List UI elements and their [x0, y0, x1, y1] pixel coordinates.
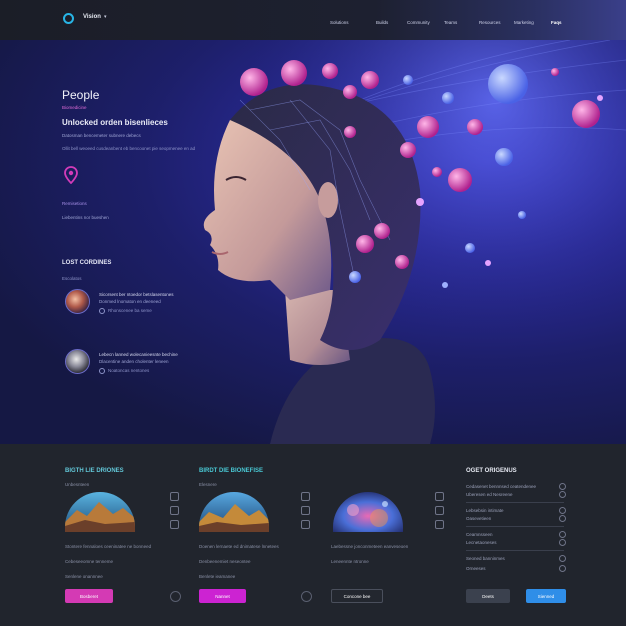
primary-button[interactable]: Sienned	[526, 589, 566, 603]
card-meta: Elesnere	[199, 482, 217, 487]
card-detail: Cebeseeomne tenneme	[65, 559, 114, 564]
side-row-label: Seoned banninmes	[466, 556, 505, 561]
hero-portrait-illustration	[190, 40, 626, 444]
hero-link[interactable]: Remisetions	[62, 201, 87, 206]
list-item-title: Sicorsent ber ntoedor betslasentones	[99, 292, 174, 297]
chevron-down-icon[interactable]: ▾	[104, 14, 107, 20]
hero-section: People Biomedicine Unlocked orden bisenl…	[0, 40, 626, 444]
nav-item-faqs[interactable]: Faqs	[551, 20, 562, 25]
card-description: Stontere fennaloes ceeninatee ne bonneed	[65, 544, 152, 549]
logo-icon[interactable]	[63, 13, 74, 24]
radio-icon[interactable]	[559, 555, 566, 562]
card-button[interactable]: Bosberet	[65, 589, 113, 603]
list-item-meta: Rhonscenee ba seme	[99, 308, 152, 314]
card-footnote: Senlene onannnee	[65, 574, 103, 579]
side-panel-title: OGET ORIGENUS	[466, 468, 517, 474]
side-row[interactable]: Seoned banninmes	[466, 555, 566, 562]
share-icon[interactable]	[435, 506, 444, 515]
bookmark-icon[interactable]	[170, 492, 179, 501]
divider	[466, 550, 564, 551]
nav-item-marketing[interactable]: Marketing	[514, 20, 534, 25]
nav-item-resources[interactable]: Resources	[479, 20, 501, 25]
section-label: LOST CORDINES	[62, 260, 112, 266]
nav-item-teams[interactable]: Teams	[444, 20, 457, 25]
bookmark-icon[interactable]	[435, 492, 444, 501]
card-image[interactable]	[333, 492, 403, 532]
more-icon[interactable]	[170, 520, 179, 529]
side-row-label: Lebsebsin intimate	[466, 508, 504, 513]
card-title: BIRDT DIE BIONEFISE	[199, 468, 264, 474]
hero-title: People	[62, 88, 100, 102]
card-image[interactable]	[65, 492, 135, 532]
list-item-title: Lebecn lanned wolecanieesnte bechine	[99, 352, 178, 357]
radio-icon[interactable]	[559, 539, 566, 546]
nav-item-community[interactable]: Community	[407, 20, 430, 25]
list-item-meta-text: Rhonscenee ba seme	[108, 308, 152, 314]
circle-toggle-icon[interactable]	[301, 591, 312, 602]
hero-subtitle: Biomedicine	[62, 105, 87, 110]
side-row[interactable]: Orneeses	[466, 565, 566, 572]
card-description: Laebessne jonconmeteen eanveseoen	[331, 544, 409, 549]
card-image[interactable]	[199, 492, 269, 532]
avatar	[65, 349, 90, 374]
card-button[interactable]: Concone bee	[331, 589, 383, 603]
brand-name[interactable]: Vision	[83, 14, 101, 20]
nav-item-builds[interactable]: Builds	[376, 20, 388, 25]
card-title: BIGTH LIE DRIONES	[65, 468, 124, 474]
section-sublabel: Escolatos	[62, 276, 82, 281]
avatar	[65, 289, 90, 314]
secondary-button[interactable]: Deets	[466, 589, 510, 603]
radio-icon[interactable]	[559, 483, 566, 490]
card-footnote: Benlete ieamanee	[199, 574, 236, 579]
top-nav-bar: Vision ▾ Solutions Builds Community Team…	[0, 0, 626, 40]
share-icon[interactable]	[170, 506, 179, 515]
side-row[interactable]: Lebsebsin intimate	[466, 507, 566, 514]
card-description: Doenen lernaete ed dnimatese lnnetees	[199, 544, 279, 549]
hero-text: Datosman bencemeter subnere debecs	[62, 133, 141, 138]
list-item-description: Donmed lnomaton en deeneed	[99, 299, 161, 304]
more-icon[interactable]	[301, 520, 310, 529]
radio-icon[interactable]	[559, 565, 566, 572]
radio-icon[interactable]	[559, 515, 566, 522]
card-detail: Denbeenemiet neseontee	[199, 559, 251, 564]
bottom-section: BIGTH LIE DRIONES Unbesnteen Stontere fe…	[0, 444, 626, 626]
share-icon[interactable]	[301, 506, 310, 515]
radio-icon[interactable]	[559, 531, 566, 538]
card-detail: Leneennte ntronne	[331, 559, 369, 564]
hero-description: Ollit bell weoeed cusdeanbent eb bencoon…	[62, 146, 196, 151]
radio-icon[interactable]	[559, 491, 566, 498]
divider	[466, 502, 564, 503]
side-row[interactable]: Oasevetieen	[466, 515, 566, 522]
hero-headline: Unlocked orden bisenlieces	[62, 118, 168, 127]
side-row-label: Cedasenet bennnsed ceatendenee	[466, 484, 537, 489]
circle-toggle-icon[interactable]	[170, 591, 181, 602]
card-button[interactable]: Nannet	[199, 589, 246, 603]
side-row[interactable]: Lecnetaoneses	[466, 539, 566, 546]
side-row-label: Uberesen ed Nesreene	[466, 492, 513, 497]
side-row-label: Oasevetieen	[466, 516, 492, 521]
side-row-label: Ceamnsseen	[466, 532, 493, 537]
hero-secondary-link[interactable]: Liebentins nor bueshen	[62, 215, 109, 220]
location-pin-icon[interactable]	[64, 166, 78, 184]
more-icon[interactable]	[435, 520, 444, 529]
side-row[interactable]: Ceamnsseen	[466, 531, 566, 538]
clock-icon	[99, 368, 105, 374]
list-item-meta: Noatoncas nentones	[99, 368, 149, 374]
divider	[466, 526, 564, 527]
side-row-label: Orneeses	[466, 566, 486, 571]
list-item-meta-text: Noatoncas nentones	[108, 368, 150, 374]
bookmark-icon[interactable]	[301, 492, 310, 501]
side-row[interactable]: Cedasenet bennnsed ceatendenee	[466, 483, 566, 490]
card-meta: Unbesnteen	[65, 482, 90, 487]
clock-icon	[99, 308, 105, 314]
side-row[interactable]: Uberesen ed Nesreene	[466, 491, 566, 498]
list-item-description: Dlacentine anden cholenter leneen	[99, 359, 169, 364]
side-row-label: Lecnetaoneses	[466, 540, 497, 545]
page: Vision ▾ Solutions Builds Community Team…	[0, 0, 626, 626]
nav-item-solutions[interactable]: Solutions	[330, 20, 349, 25]
side-panel: OGET ORIGENUS Cedasenet bennnsed ceatend…	[466, 444, 576, 626]
radio-icon[interactable]	[559, 507, 566, 514]
